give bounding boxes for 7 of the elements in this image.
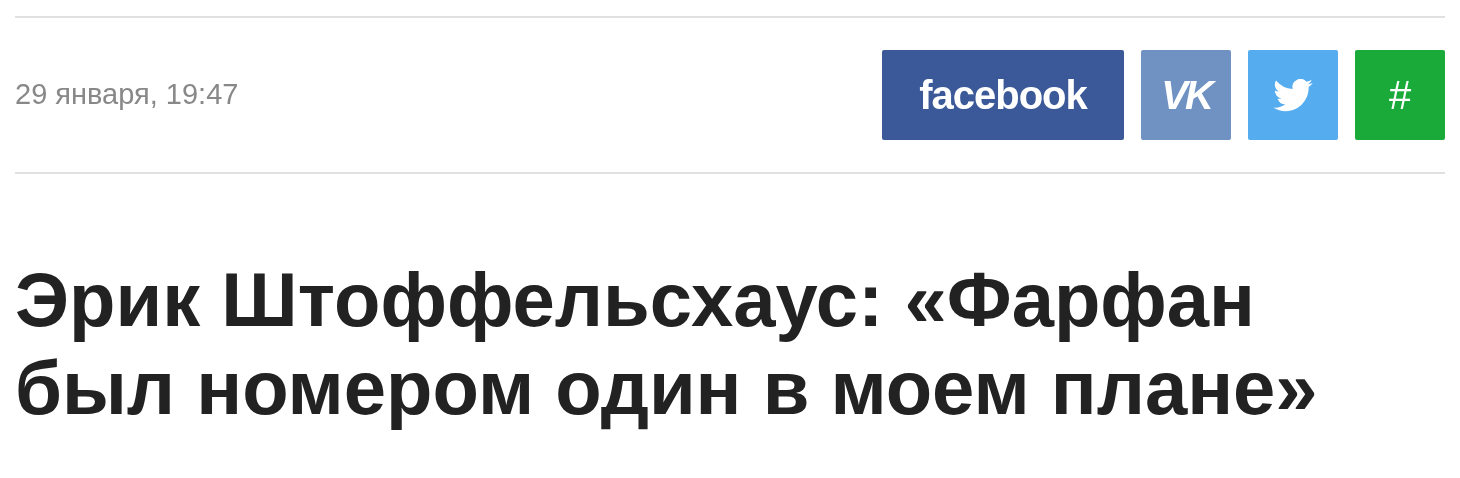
hashtag-button[interactable]: #: [1355, 50, 1445, 140]
publish-date: 29 января, 19:47: [15, 77, 239, 111]
vk-button[interactable]: VK: [1141, 50, 1231, 140]
article-headline: Эрик Штоффельсхаус: «Фарфан был номером один в моем плане»: [15, 256, 1319, 432]
twitter-button[interactable]: [1248, 50, 1338, 140]
facebook-button[interactable]: facebook: [882, 50, 1124, 140]
bird-icon: [1273, 78, 1313, 112]
